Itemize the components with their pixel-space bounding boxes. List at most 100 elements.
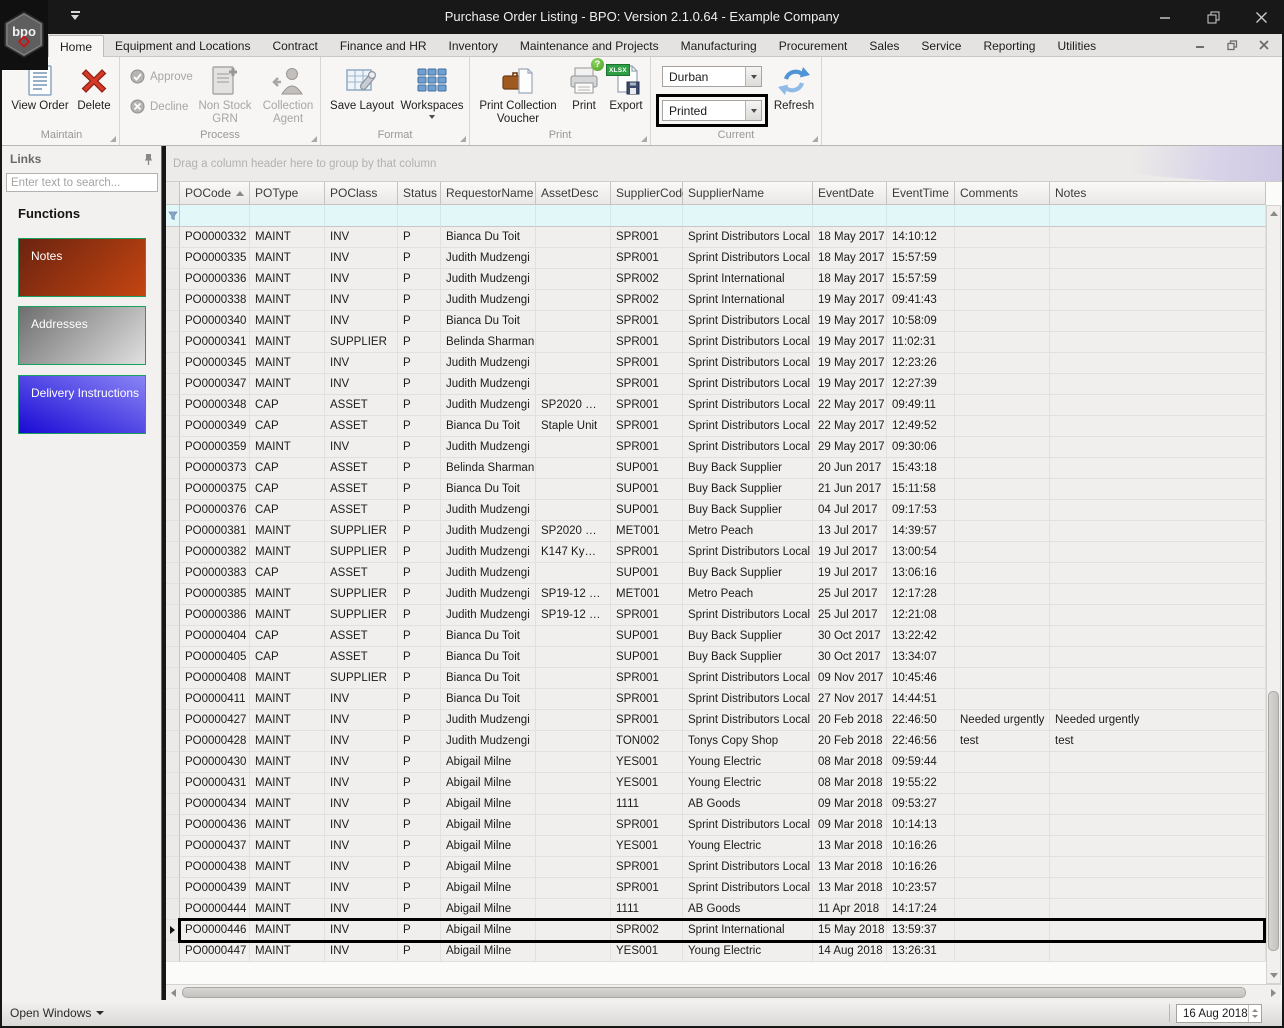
grid-cell-pocode[interactable]: PO0000436 — [180, 815, 250, 836]
tab-utilities[interactable]: Utilities — [1046, 35, 1107, 57]
group-dialog-launcher-current[interactable] — [812, 136, 818, 142]
table-row[interactable]: PO0000408 MAINT SUPPLIER P Bianca Du Toit SPR… — [166, 668, 1266, 689]
grid-cell-potype[interactable]: CAP — [250, 647, 325, 668]
grid-cell-comments[interactable] — [955, 815, 1050, 836]
grid-cell-poclass[interactable]: INV — [325, 857, 398, 878]
grid-cell-pocode[interactable]: PO0000383 — [180, 563, 250, 584]
grid-cell-pocode[interactable]: PO0000338 — [180, 290, 250, 311]
grid-cell-eventtime[interactable]: 22:46:50 — [887, 710, 955, 731]
grid-cell-assetdesc[interactable] — [536, 647, 611, 668]
grid-cell-comments[interactable] — [955, 269, 1050, 290]
grid-cell-assetdesc[interactable] — [536, 794, 611, 815]
grid-cell-potype[interactable]: CAP — [250, 479, 325, 500]
grid-cell-eventtime[interactable]: 12:49:52 — [887, 416, 955, 437]
grid-cell-poclass[interactable]: INV — [325, 773, 398, 794]
grid-cell-notes[interactable] — [1050, 374, 1266, 395]
grid-cell-eventdate[interactable]: 19 May 2017 — [813, 353, 887, 374]
grid-cell-suppliercode[interactable]: YES001 — [611, 941, 683, 962]
grid-cell-status[interactable]: P — [398, 248, 441, 269]
grid-cell-comments[interactable] — [955, 899, 1050, 920]
grid-cell-suppliername[interactable]: Sprint Distributors Local — [683, 374, 813, 395]
grid-cell-requestorname[interactable]: Abigail Milne — [441, 836, 536, 857]
grid-cell-suppliername[interactable]: Sprint Distributors Local — [683, 332, 813, 353]
table-row[interactable]: PO0000385 MAINT SUPPLIER P Judith Mudzengi SP… — [166, 584, 1266, 605]
grid-cell-suppliername[interactable]: Sprint Distributors Local — [683, 689, 813, 710]
grid-cell-eventdate[interactable]: 20 Jun 2017 — [813, 458, 887, 479]
grid-cell-suppliercode[interactable]: SPR001 — [611, 311, 683, 332]
filter-cell-potype[interactable] — [250, 205, 325, 227]
grid-cell-assetdesc[interactable] — [536, 899, 611, 920]
filter-cell-suppliername[interactable] — [683, 205, 813, 227]
grid-cell-poclass[interactable]: ASSET — [325, 647, 398, 668]
grid-cell-potype[interactable]: MAINT — [250, 773, 325, 794]
grid-cell-suppliercode[interactable]: SPR001 — [611, 710, 683, 731]
grid-cell-status[interactable]: P — [398, 521, 441, 542]
grid-cell-notes[interactable] — [1050, 584, 1266, 605]
grid-cell-suppliername[interactable]: Sprint Distributors Local — [683, 416, 813, 437]
filter-cell-comments[interactable] — [955, 205, 1050, 227]
tab-procurement[interactable]: Procurement — [768, 35, 859, 57]
grid-cell-requestorname[interactable]: Abigail Milne — [441, 794, 536, 815]
grid-cell-requestorname[interactable]: Judith Mudzengi — [441, 731, 536, 752]
grid-cell-suppliername[interactable]: Sprint International — [683, 290, 813, 311]
grid-cell-suppliercode[interactable]: SPR001 — [611, 689, 683, 710]
grid-cell-potype[interactable]: MAINT — [250, 542, 325, 563]
grid-cell-comments[interactable] — [955, 857, 1050, 878]
table-row[interactable]: PO0000349 CAP ASSET P Bianca Du Toit Staple U… — [166, 416, 1266, 437]
grid-cell-pocode[interactable]: PO0000382 — [180, 542, 250, 563]
grid-cell-assetdesc[interactable] — [536, 626, 611, 647]
grid-cell-eventtime[interactable]: 10:23:57 — [887, 878, 955, 899]
grid-cell-requestorname[interactable]: Bianca Du Toit — [441, 647, 536, 668]
grid-cell-assetdesc[interactable] — [536, 920, 611, 941]
grid-cell-assetdesc[interactable] — [536, 269, 611, 290]
grid-cell-requestorname[interactable]: Judith Mudzengi — [441, 521, 536, 542]
grid-cell-assetdesc[interactable] — [536, 437, 611, 458]
grid-cell-comments[interactable] — [955, 542, 1050, 563]
grid-cell-eventdate[interactable]: 18 May 2017 — [813, 248, 887, 269]
grid-cell-potype[interactable]: MAINT — [250, 794, 325, 815]
table-row[interactable]: PO0000404 CAP ASSET P Bianca Du Toit SUP001 Bu… — [166, 626, 1266, 647]
grid-cell-requestorname[interactable]: Bianca Du Toit — [441, 227, 536, 248]
grid-cell-eventtime[interactable]: 15:43:18 — [887, 458, 955, 479]
workspaces-button[interactable]: Workspaces — [399, 61, 465, 120]
grid-cell-eventtime[interactable]: 14:44:51 — [887, 689, 955, 710]
grid-cell-suppliername[interactable]: Buy Back Supplier — [683, 500, 813, 521]
grid-cell-poclass[interactable]: ASSET — [325, 458, 398, 479]
grid-cell-potype[interactable]: MAINT — [250, 878, 325, 899]
grid-cell-poclass[interactable]: INV — [325, 311, 398, 332]
grid-cell-notes[interactable] — [1050, 689, 1266, 710]
grid-cell-poclass[interactable]: INV — [325, 374, 398, 395]
grid-cell-potype[interactable]: MAINT — [250, 836, 325, 857]
collection-agent-button[interactable]: Collection Agent — [258, 61, 318, 126]
grid-cell-poclass[interactable]: SUPPLIER — [325, 605, 398, 626]
grid-cell-assetdesc[interactable]: SP2020 … — [536, 521, 611, 542]
grid-cell-poclass[interactable]: SUPPLIER — [325, 332, 398, 353]
grid-cell-comments[interactable] — [955, 521, 1050, 542]
grid-cell-eventtime[interactable]: 10:16:26 — [887, 857, 955, 878]
grid-cell-comments[interactable] — [955, 941, 1050, 962]
grid-cell-suppliercode[interactable]: SPR001 — [611, 248, 683, 269]
grid-cell-assetdesc[interactable] — [536, 500, 611, 521]
grid-cell-pocode[interactable]: PO0000381 — [180, 521, 250, 542]
grid-cell-comments[interactable] — [955, 290, 1050, 311]
close-icon[interactable] — [1252, 8, 1270, 26]
grid-cell-eventdate[interactable]: 19 May 2017 — [813, 374, 887, 395]
grid-cell-potype[interactable]: CAP — [250, 563, 325, 584]
table-row[interactable]: PO0000411 MAINT INV P Bianca Du Toit SPR001 Sp… — [166, 689, 1266, 710]
grid-cell-assetdesc[interactable] — [536, 815, 611, 836]
grid-cell-eventdate[interactable]: 11 Apr 2018 — [813, 899, 887, 920]
grid-cell-comments[interactable] — [955, 479, 1050, 500]
grid-cell-eventtime[interactable]: 13:59:37 — [887, 920, 955, 941]
grid-cell-notes[interactable] — [1050, 878, 1266, 899]
grid-cell-notes[interactable] — [1050, 563, 1266, 584]
table-row[interactable]: PO0000383 CAP ASSET P Judith Mudzengi SUP001 B… — [166, 563, 1266, 584]
grid-cell-suppliername[interactable]: Buy Back Supplier — [683, 458, 813, 479]
grid-cell-eventdate[interactable]: 29 May 2017 — [813, 437, 887, 458]
refresh-button[interactable]: Refresh — [769, 61, 819, 113]
grid-cell-poclass[interactable]: INV — [325, 752, 398, 773]
grid-cell-comments[interactable] — [955, 563, 1050, 584]
table-row[interactable]: PO0000347 MAINT INV P Judith Mudzengi SPR001 S… — [166, 374, 1266, 395]
open-windows-dropdown[interactable]: Open Windows — [10, 1006, 105, 1020]
grid-cell-potype[interactable]: MAINT — [250, 584, 325, 605]
mdi-close-icon[interactable] — [1256, 38, 1272, 52]
